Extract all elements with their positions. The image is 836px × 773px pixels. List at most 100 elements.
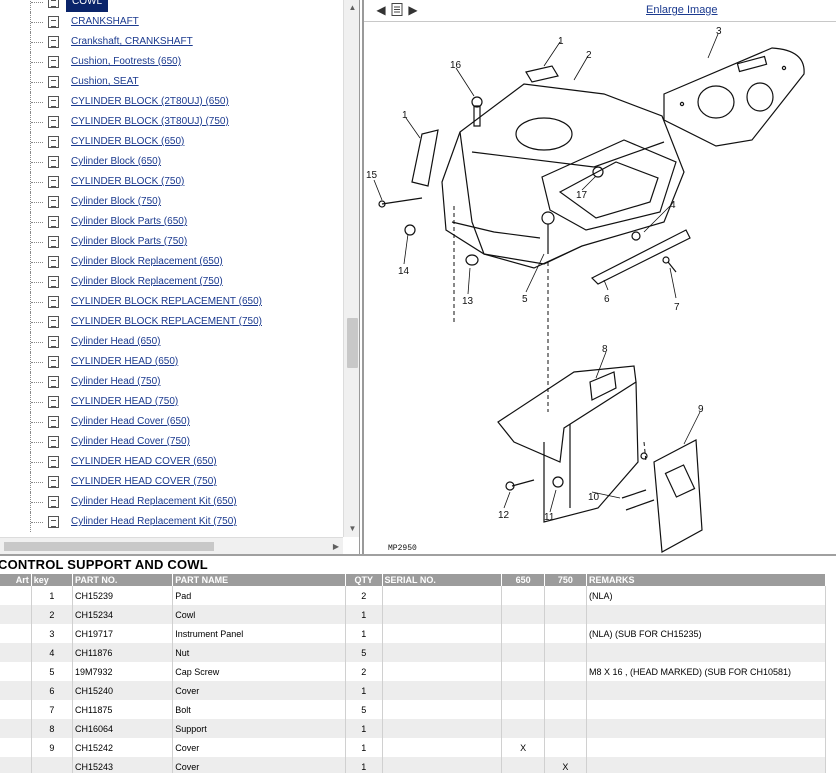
row-750 [544,738,587,757]
tree-item-label[interactable]: Crankshaft, CRANKSHAFT [71,32,193,52]
tree-item[interactable]: CYLINDER BLOCK REPLACEMENT (650) [0,292,343,312]
tree-item-label[interactable]: CYLINDER BLOCK REPLACEMENT (750) [71,312,262,332]
tree-item-label[interactable]: Cylinder Head Replacement Kit (650) [71,492,237,512]
row-650 [501,605,545,624]
row-serial [382,757,503,773]
tree-item[interactable]: Cylinder Head Cover (750) [0,432,343,452]
tree-horizontal-scrollbar[interactable]: ▶ [0,537,343,554]
row-part-no: CH19717 [72,624,174,643]
row-650 [501,662,545,681]
tree-connector [30,92,46,112]
header-key: key [31,574,74,586]
table-row[interactable]: 7 CH11875 Bolt 5 [0,700,827,719]
tree-item[interactable]: Cylinder Block Parts (750) [0,232,343,252]
tree-item-label[interactable]: Cylinder Block (650) [71,152,161,172]
next-image-icon[interactable]: ▶ [406,3,420,17]
header-qty: QTY [345,574,383,586]
tree-item-label[interactable]: Cylinder Block (750) [71,192,161,212]
row-remarks: M8 X 16 , (HEAD MARKED) (SUB FOR CH10581… [586,662,827,681]
scroll-up-arrow-icon[interactable]: ▲ [344,0,359,16]
tree-item[interactable]: CYLINDER BLOCK (3T80UJ) (750) [0,112,343,132]
row-750 [544,605,587,624]
tree-item[interactable]: CYLINDER BLOCK (750) [0,172,343,192]
tree-item-label[interactable]: Cylinder Head Cover (650) [71,412,190,432]
tree-item[interactable]: CYLINDER HEAD (750) [0,392,343,412]
scroll-down-arrow-icon[interactable]: ▼ [344,521,359,537]
tree-item[interactable]: CYLINDER BLOCK (2T80UJ) (650) [0,92,343,112]
row-art [0,738,32,757]
parts-table: Art key PART NO. PART NAME QTY SERIAL NO… [0,574,827,773]
tree-item-label[interactable]: CYLINDER BLOCK (3T80UJ) (750) [71,112,229,132]
tree-item-label[interactable]: Cylinder Block Replacement (750) [71,272,223,292]
document-icon [48,256,59,268]
table-row[interactable]: 3 CH19717 Instrument Panel 1 (NLA) (SUB FOR … [0,624,827,643]
tree-item[interactable]: Cylinder Block Parts (650) [0,212,343,232]
table-row[interactable]: 4 CH11876 Nut 5 [0,643,827,662]
scroll-right-arrow-icon[interactable]: ▶ [333,538,339,554]
table-row[interactable]: 6 CH15240 Cover 1 [0,681,827,700]
tree-vertical-scrollbar[interactable]: ▲ ▼ [343,0,359,537]
tree-item-label[interactable]: CRANKSHAFT [71,12,139,32]
tree-item-label[interactable]: CYLINDER HEAD COVER (650) [71,452,217,472]
tree-item-label[interactable]: Cylinder Head (750) [71,372,161,392]
tree-item-label[interactable]: Cylinder Head (650) [71,332,161,352]
tree-item[interactable]: Cylinder Block Replacement (650) [0,252,343,272]
tree-item[interactable]: Cylinder Head (750) [0,372,343,392]
row-part-no: CH11876 [72,643,174,662]
document-icon [48,136,59,148]
tree-item[interactable]: CRANKSHAFT [0,12,343,32]
tree-item-label[interactable]: Cylinder Block Replacement (650) [71,252,223,272]
row-serial [382,700,503,719]
tree-item[interactable]: CYLINDER HEAD COVER (650) [0,452,343,472]
tree-item-label[interactable]: CYLINDER HEAD COVER (750) [71,472,217,492]
document-icon[interactable] [390,3,404,17]
previous-image-icon[interactable]: ◀ [374,3,388,17]
row-650 [501,681,545,700]
table-row[interactable]: 9 CH15242 Cover 1 X [0,738,827,757]
tree-item[interactable]: CYLINDER BLOCK REPLACEMENT (750) [0,312,343,332]
tree-item-label[interactable]: CYLINDER BLOCK (750) [71,172,184,192]
enlarge-image-link[interactable]: Enlarge Image [646,4,718,16]
row-part-name: Cap Screw [172,662,346,681]
tree-item-label[interactable]: Cylinder Block Parts (750) [71,232,187,252]
tree-item-label[interactable]: CYLINDER BLOCK REPLACEMENT (650) [71,292,262,312]
tree-item-label[interactable]: CYLINDER BLOCK (2T80UJ) (650) [71,92,229,112]
table-row[interactable]: 8 CH16064 Support 1 [0,719,827,738]
tree-item[interactable]: CYLINDER HEAD COVER (750) [0,472,343,492]
tree-item[interactable]: Crankshaft, CRANKSHAFT [0,32,343,52]
document-icon [48,156,59,168]
tree-item[interactable]: Cylinder Block Replacement (750) [0,272,343,292]
table-row[interactable]: 2 CH15234 Cowl 1 [0,605,827,624]
tree-item-label[interactable]: Cushion, Footrests (650) [71,52,181,72]
table-row[interactable]: 1 CH15239 Pad 2 (NLA) [0,586,827,605]
row-650 [501,624,545,643]
row-art [0,662,32,681]
tree-item[interactable]: CYLINDER BLOCK (650) [0,132,343,152]
tree-item[interactable]: Cylinder Head (650) [0,332,343,352]
tree-item[interactable]: Cylinder Block (750) [0,192,343,212]
tree-item-label[interactable]: CYLINDER HEAD (650) [71,352,178,372]
tree-item[interactable]: Cushion, Footrests (650) [0,52,343,72]
tree-item[interactable]: Cylinder Block (650) [0,152,343,172]
tree-item-label[interactable]: Cylinder Block Parts (650) [71,212,187,232]
tree-item[interactable]: CYLINDER HEAD (650) [0,352,343,372]
tree-item-label[interactable]: Cylinder Head Replacement Kit (750) [71,512,237,532]
callout-3: 3 [716,26,722,37]
instrument-panel-shape [663,47,805,147]
tree-item[interactable]: Cushion, SEAT [0,72,343,92]
row-part-name: Support [172,719,346,738]
tree-item-label[interactable]: Cushion, SEAT [71,72,139,92]
tree-item[interactable]: COWL [0,0,343,12]
tree-item[interactable]: Cylinder Head Replacement Kit (750) [0,512,343,532]
horizontal-scroll-thumb[interactable] [4,542,214,551]
tree-item-label[interactable]: CYLINDER BLOCK (650) [71,132,184,152]
tree-item-label[interactable]: CYLINDER HEAD (750) [71,392,178,412]
tree-item-label[interactable]: COWL [66,0,108,12]
tree-item-label[interactable]: Cylinder Head Cover (750) [71,432,190,452]
tree-item[interactable]: Cylinder Head Cover (650) [0,412,343,432]
tree-item[interactable]: Cylinder Head Replacement Kit (650) [0,492,343,512]
table-row[interactable]: CH15243 Cover 1 X [0,757,827,773]
table-row[interactable]: 5 19M7932 Cap Screw 2 M8 X 16 , (HEAD MARKED… [0,662,827,681]
vertical-scroll-thumb[interactable] [347,318,358,368]
row-remarks [586,700,827,719]
